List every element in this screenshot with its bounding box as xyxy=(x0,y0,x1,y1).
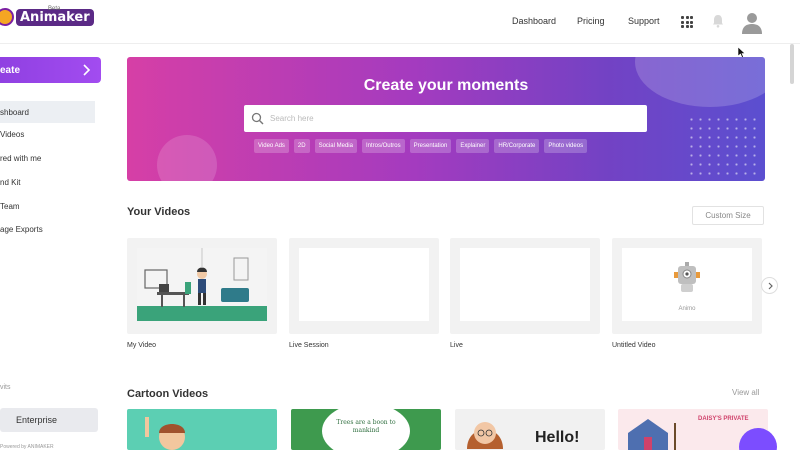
chip-intros-outros[interactable]: Intros/Outros xyxy=(361,139,405,153)
video-thumbnail xyxy=(299,248,429,321)
search-input[interactable] xyxy=(270,111,630,126)
cartoon-template-tile[interactable]: Trees are a boon to mankind xyxy=(291,409,441,450)
sidebar-item-videos[interactable]: Videos xyxy=(0,130,24,139)
nav-support[interactable]: Support xyxy=(628,16,660,26)
create-button[interactable]: eate xyxy=(0,57,101,83)
sidebar: eate shboard Videos red with me nd Kit T… xyxy=(0,44,108,450)
beta-badge: Beta xyxy=(48,6,61,12)
chip-hr-corporate[interactable]: HR/Corporate xyxy=(494,139,540,153)
cartoon-template-tile[interactable]: Hello! xyxy=(455,409,605,450)
chip-video-ads[interactable]: Video Ads xyxy=(254,139,289,153)
chip-social-media[interactable]: Social Media xyxy=(314,139,357,153)
video-card-live-session[interactable] xyxy=(289,238,439,334)
tile-caption: Trees are a boon to mankind xyxy=(336,419,396,434)
animo-robot-icon xyxy=(674,262,700,292)
view-all-link[interactable]: View all xyxy=(732,388,759,397)
top-bar: Animaker Beta Dashboard Pricing Support xyxy=(0,0,800,44)
apps-grid-icon[interactable] xyxy=(681,16,693,28)
video-card-untitled[interactable]: Animo xyxy=(612,238,762,334)
hero-banner: Create your moments Video Ads 2D Social … xyxy=(127,57,765,181)
banner-decoration xyxy=(157,135,217,181)
animaker-logo[interactable]: Animaker Beta xyxy=(0,6,94,26)
search-icon xyxy=(251,112,264,125)
video-title[interactable]: My Video xyxy=(127,342,156,349)
category-chips: Video Ads 2D Social Media Intros/Outros … xyxy=(254,139,588,153)
cartoon-template-tile[interactable] xyxy=(127,409,277,450)
nav-pricing[interactable]: Pricing xyxy=(577,16,605,26)
cartoon-videos-title: Cartoon Videos xyxy=(127,388,209,400)
office-scene-illustration xyxy=(137,248,267,321)
user-avatar-icon[interactable] xyxy=(740,10,764,34)
chip-2d[interactable]: 2D xyxy=(293,139,310,153)
create-button-label: eate xyxy=(0,64,21,76)
search-box[interactable] xyxy=(244,105,647,132)
video-title[interactable]: Untitled Video xyxy=(612,342,655,349)
carousel-next-button[interactable] xyxy=(761,277,778,294)
video-thumbnail: Animo xyxy=(622,248,752,321)
sidebar-item-team[interactable]: Team xyxy=(0,202,20,211)
chevron-right-icon xyxy=(83,64,91,76)
sidebar-item-brand-kit[interactable]: nd Kit xyxy=(0,178,20,187)
video-title[interactable]: Live xyxy=(450,342,463,349)
sidebar-item-image-exports[interactable]: age Exports xyxy=(0,225,43,234)
chip-photo-videos[interactable]: Photo videos xyxy=(544,139,588,153)
bell-icon[interactable] xyxy=(712,14,724,28)
chip-explainer[interactable]: Explainer xyxy=(456,139,490,153)
cartoon-character-illustration xyxy=(145,417,185,450)
scrollbar[interactable] xyxy=(790,44,794,84)
nav-dashboard[interactable]: Dashboard xyxy=(512,16,556,26)
sidebar-muted-text: vits xyxy=(0,384,11,391)
logo-mark-icon xyxy=(0,8,14,26)
video-thumbnail xyxy=(460,248,590,321)
custom-size-button[interactable]: Custom Size xyxy=(692,206,764,225)
video-card-my-video[interactable] xyxy=(127,238,277,334)
video-thumbnail xyxy=(137,248,267,321)
powered-by-text: Powered by ANIMAKER xyxy=(0,444,54,450)
tile-caption: Hello! xyxy=(535,429,580,446)
woman-character-illustration xyxy=(467,422,503,449)
video-card-live[interactable] xyxy=(450,238,600,334)
sidebar-item-shared-with-me[interactable]: red with me xyxy=(0,154,41,163)
chip-presentation[interactable]: Presentation xyxy=(409,139,452,153)
your-videos-title: Your Videos xyxy=(127,206,191,218)
banner-dot-pattern xyxy=(687,115,757,175)
sidebar-item-dashboard[interactable]: shboard xyxy=(0,101,95,123)
enterprise-button[interactable]: Enterprise xyxy=(0,408,98,432)
chevron-right-icon xyxy=(768,282,773,289)
animo-label: Animo xyxy=(678,306,696,312)
video-title[interactable]: Live Session xyxy=(289,342,329,349)
tile-caption: DAISY'S PRIVATE xyxy=(698,416,749,422)
banner-title: Create your moments xyxy=(363,77,529,94)
sidebar-item-label: shboard xyxy=(0,107,29,117)
